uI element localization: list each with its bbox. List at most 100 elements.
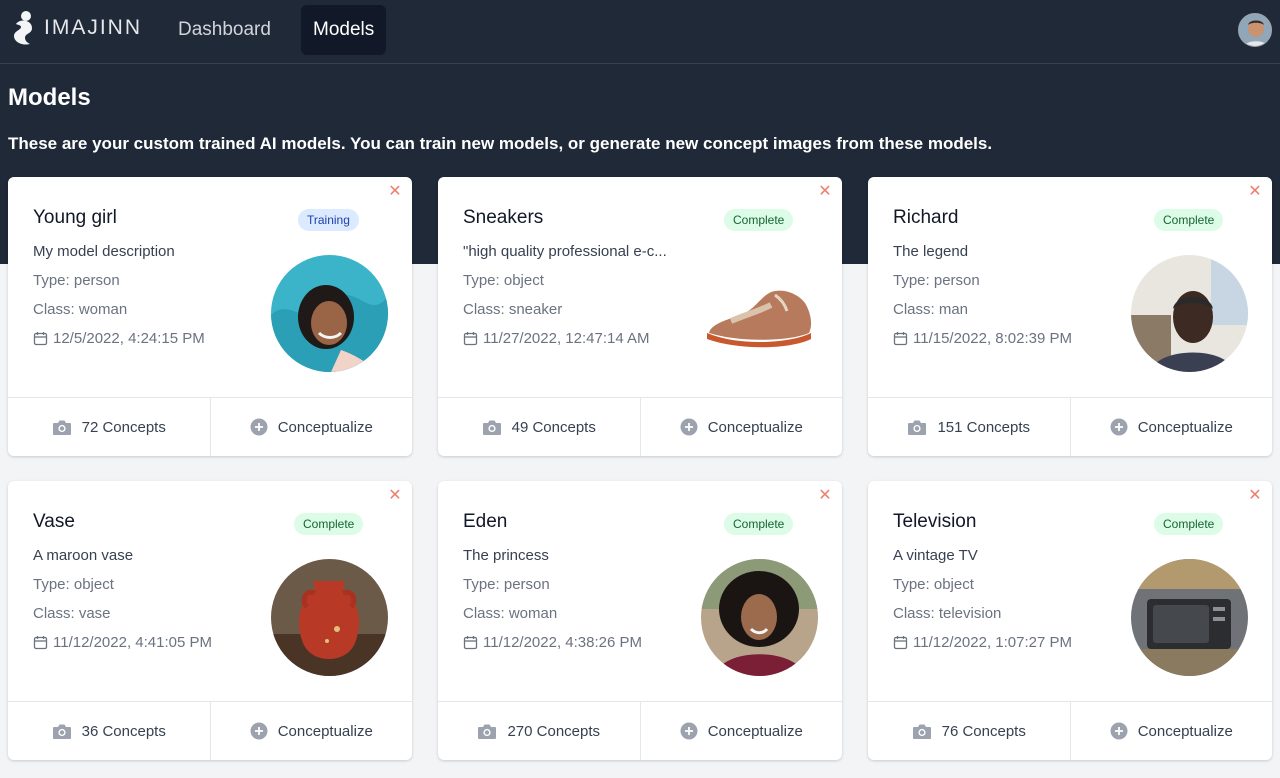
user-avatar[interactable] xyxy=(1238,13,1272,47)
model-class: Class: woman xyxy=(463,605,558,622)
concepts-button[interactable]: 72 Concepts xyxy=(8,398,210,456)
model-thumbnail xyxy=(701,559,818,676)
model-name: Richard xyxy=(893,207,959,228)
close-icon[interactable]: ✕ xyxy=(818,488,832,504)
model-date-text: 11/12/2022, 4:38:26 PM xyxy=(483,634,643,651)
model-class: Class: man xyxy=(893,301,969,318)
card-footer: 76 Concepts Conceptualize xyxy=(868,701,1272,760)
top-navigation-bar: IMAJINN Dashboard Models xyxy=(0,0,1280,64)
model-class: Class: vase xyxy=(33,605,111,622)
plus-circle-icon xyxy=(680,722,698,740)
model-description: A maroon vase xyxy=(33,547,134,564)
status-badge: Complete xyxy=(724,209,794,231)
close-icon[interactable]: ✕ xyxy=(388,488,402,504)
model-thumbnail xyxy=(271,559,388,676)
model-card-eden[interactable]: ✕ Eden Complete The princess Type: perso… xyxy=(438,481,842,760)
concepts-count: 72 Concepts xyxy=(81,418,166,436)
nav-dashboard[interactable]: Dashboard xyxy=(166,5,283,55)
model-card-sneakers[interactable]: ✕ Sneakers Complete "high quality profes… xyxy=(438,177,842,456)
status-badge: Complete xyxy=(724,513,794,535)
plus-circle-icon xyxy=(1110,418,1128,436)
status-badge: Training xyxy=(298,209,359,231)
model-class: Class: woman xyxy=(33,301,128,318)
model-card-television[interactable]: ✕ Television Complete A vintage TV Type:… xyxy=(868,481,1272,760)
concepts-count: 151 Concepts xyxy=(937,418,1031,436)
model-date-text: 11/15/2022, 8:02:39 PM xyxy=(913,330,1073,347)
close-icon[interactable]: ✕ xyxy=(1248,488,1262,504)
conceptualize-button[interactable]: Conceptualize xyxy=(1069,702,1273,760)
model-thumbnail xyxy=(1131,255,1248,372)
page-title: Models xyxy=(8,84,91,111)
calendar-icon xyxy=(463,636,478,650)
calendar-icon xyxy=(893,636,908,650)
concepts-button[interactable]: 49 Concepts xyxy=(438,398,640,456)
concepts-button[interactable]: 151 Concepts xyxy=(868,398,1070,456)
card-footer: 72 Concepts Conceptualize xyxy=(8,397,412,456)
conceptualize-button[interactable]: Conceptualize xyxy=(639,398,843,456)
conceptualize-button[interactable]: Conceptualize xyxy=(639,702,843,760)
model-description: "high quality professional e-c... xyxy=(463,243,667,260)
model-thumbnail xyxy=(271,255,388,372)
status-badge: Complete xyxy=(294,513,364,535)
camera-icon xyxy=(482,420,501,435)
camera-icon xyxy=(908,420,927,435)
model-description: The princess xyxy=(463,547,549,564)
model-thumbnail xyxy=(701,255,818,372)
brand-name: IMAJINN xyxy=(44,16,142,39)
model-description: A vintage TV xyxy=(893,547,978,564)
model-card-young-girl[interactable]: ✕ Young girl Training My model descripti… xyxy=(8,177,412,456)
model-date-text: 11/12/2022, 4:41:05 PM xyxy=(53,634,213,651)
model-name: Sneakers xyxy=(463,207,544,228)
calendar-icon xyxy=(893,332,908,346)
model-date: 11/12/2022, 4:38:26 PM xyxy=(463,634,642,651)
model-class: Class: television xyxy=(893,605,1002,622)
plus-circle-icon xyxy=(250,418,268,436)
model-description: My model description xyxy=(33,243,175,260)
model-type: Type: object xyxy=(33,576,114,593)
concepts-count: 76 Concepts xyxy=(941,722,1026,740)
status-badge: Complete xyxy=(1154,513,1224,535)
model-date: 11/12/2022, 1:07:27 PM xyxy=(893,634,1072,651)
card-footer: 36 Concepts Conceptualize xyxy=(8,701,412,760)
model-type: Type: person xyxy=(463,576,550,593)
card-footer: 270 Concepts Conceptualize xyxy=(438,701,842,760)
page-subtitle: These are your custom trained AI models.… xyxy=(8,134,993,153)
brand-logo[interactable]: IMAJINN xyxy=(8,8,142,48)
nav-models[interactable]: Models xyxy=(301,5,387,55)
close-icon[interactable]: ✕ xyxy=(1248,184,1262,200)
conceptualize-button[interactable]: Conceptualize xyxy=(1069,398,1273,456)
model-name: Vase xyxy=(33,511,75,532)
close-icon[interactable]: ✕ xyxy=(818,184,832,200)
plus-circle-icon xyxy=(250,722,268,740)
model-date-text: 11/12/2022, 1:07:27 PM xyxy=(913,634,1073,651)
model-thumbnail xyxy=(1131,559,1248,676)
plus-circle-icon xyxy=(1110,722,1128,740)
model-type: Type: object xyxy=(893,576,974,593)
model-card-richard[interactable]: ✕ Richard Complete The legend Type: pers… xyxy=(868,177,1272,456)
conceptualize-label: Conceptualize xyxy=(277,722,373,740)
card-footer: 151 Concepts Conceptualize xyxy=(868,397,1272,456)
conceptualize-label: Conceptualize xyxy=(1137,722,1233,740)
model-date-text: 11/27/2022, 12:47:14 AM xyxy=(483,330,650,347)
conceptualize-label: Conceptualize xyxy=(707,722,803,740)
model-class: Class: sneaker xyxy=(463,301,563,318)
model-date: 12/5/2022, 4:24:15 PM xyxy=(33,330,205,347)
conceptualize-button[interactable]: Conceptualize xyxy=(209,702,413,760)
model-card-vase[interactable]: ✕ Vase Complete A maroon vase Type: obje… xyxy=(8,481,412,760)
concepts-button[interactable]: 36 Concepts xyxy=(8,702,210,760)
model-type: Type: object xyxy=(463,272,544,289)
model-date: 11/27/2022, 12:47:14 AM xyxy=(463,330,650,347)
calendar-icon xyxy=(33,332,48,346)
brand-mark-icon xyxy=(14,11,32,45)
plus-circle-icon xyxy=(680,418,698,436)
close-icon[interactable]: ✕ xyxy=(388,184,402,200)
concepts-button[interactable]: 76 Concepts xyxy=(868,702,1070,760)
card-footer: 49 Concepts Conceptualize xyxy=(438,397,842,456)
calendar-icon xyxy=(463,332,478,346)
model-date-text: 12/5/2022, 4:24:15 PM xyxy=(53,330,205,347)
conceptualize-button[interactable]: Conceptualize xyxy=(209,398,413,456)
camera-icon xyxy=(52,420,71,435)
model-name: Young girl xyxy=(33,207,117,228)
concepts-button[interactable]: 270 Concepts xyxy=(438,702,640,760)
model-name: Television xyxy=(893,511,977,532)
